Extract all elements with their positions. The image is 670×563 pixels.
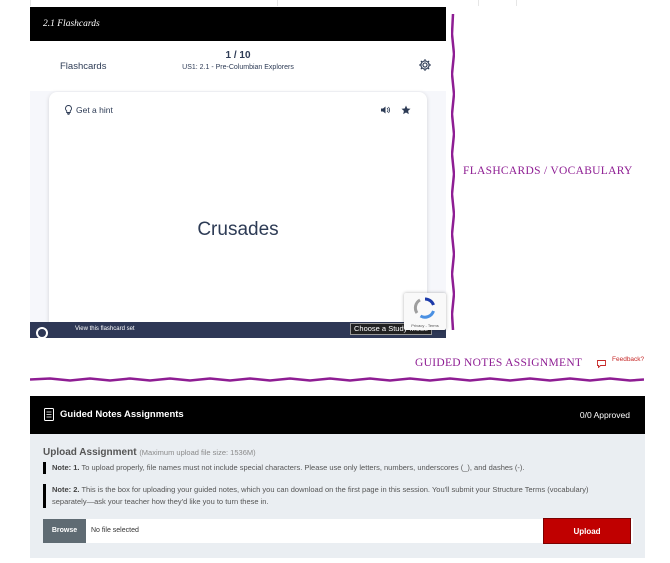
quizlet-logo-icon[interactable]: [36, 327, 48, 338]
feedback-link[interactable]: Feedback?: [612, 356, 644, 363]
file-status: No file selected: [91, 527, 139, 534]
guided-notes-section-label: GUIDED NOTES ASSIGNMENT: [415, 357, 583, 369]
flashcards-embed: 2.1 Flashcards Flashcards 1 / 10 US1: 2.…: [30, 7, 446, 338]
recaptcha-badge[interactable]: Privacy - Terms: [404, 293, 446, 330]
note-2: Note: 2. This is the box for uploading y…: [43, 484, 602, 508]
card-counter: 1 / 10: [225, 50, 251, 61]
note-2-label: Note: 2.: [52, 485, 80, 494]
note-1-text: To upload properly, file names must not …: [81, 463, 525, 472]
purple-vertical-mark: [451, 14, 455, 330]
note-1-label: Note: 1.: [52, 463, 80, 472]
recaptcha-icon: [413, 297, 435, 319]
audio-icon[interactable]: [381, 106, 390, 114]
flashcards-section-label: FLASHCARDS / VOCABULARY: [463, 165, 633, 177]
lightbulb-icon: [65, 105, 72, 115]
recaptcha-links[interactable]: Privacy - Terms: [404, 323, 446, 328]
card-term: Crusades: [197, 219, 279, 240]
upload-button[interactable]: Upload: [543, 518, 631, 544]
hint-label: Get a hint: [76, 105, 113, 115]
upload-title: Upload Assignment (Maximum upload file s…: [43, 447, 256, 458]
document-icon: [44, 408, 54, 421]
guided-notes-title: Guided Notes Assignments: [60, 409, 184, 420]
upload-panel: Upload Assignment (Maximum upload file s…: [30, 434, 645, 558]
set-name[interactable]: US1: 2.1 - Pre-Columbian Explorers: [30, 64, 446, 71]
approved-count: 0/0 Approved: [579, 410, 630, 420]
browse-button[interactable]: Browse: [43, 519, 86, 543]
note-1: Note: 1. To upload properly, file names …: [43, 462, 612, 474]
guided-notes-header: Guided Notes Assignments 0/0 Approved: [30, 396, 645, 434]
gear-icon[interactable]: [418, 58, 432, 72]
star-icon[interactable]: [401, 105, 411, 115]
flashcards-header: Flashcards 1 / 10 US1: 2.1 - Pre-Columbi…: [30, 41, 446, 91]
flashcards-window-title: 2.1 Flashcards: [30, 7, 446, 41]
comment-icon[interactable]: [597, 360, 606, 368]
upload-limit: (Maximum upload file size: 1536M): [139, 448, 256, 457]
file-input[interactable]: Browse No file selected Upload: [43, 518, 633, 544]
top-frame-lines: [0, 0, 670, 6]
flashcard[interactable]: Get a hint Crusades: [49, 92, 427, 332]
hint-button[interactable]: Get a hint: [65, 105, 113, 115]
view-set-link[interactable]: View this flashcard set: [75, 326, 135, 332]
upload-title-text: Upload Assignment: [43, 447, 137, 458]
note-2-text: This is the box for uploading your guide…: [52, 485, 589, 506]
purple-horizontal-mark: [30, 377, 644, 382]
flashcards-footer: View this flashcard set Choose a Study M…: [30, 322, 446, 338]
